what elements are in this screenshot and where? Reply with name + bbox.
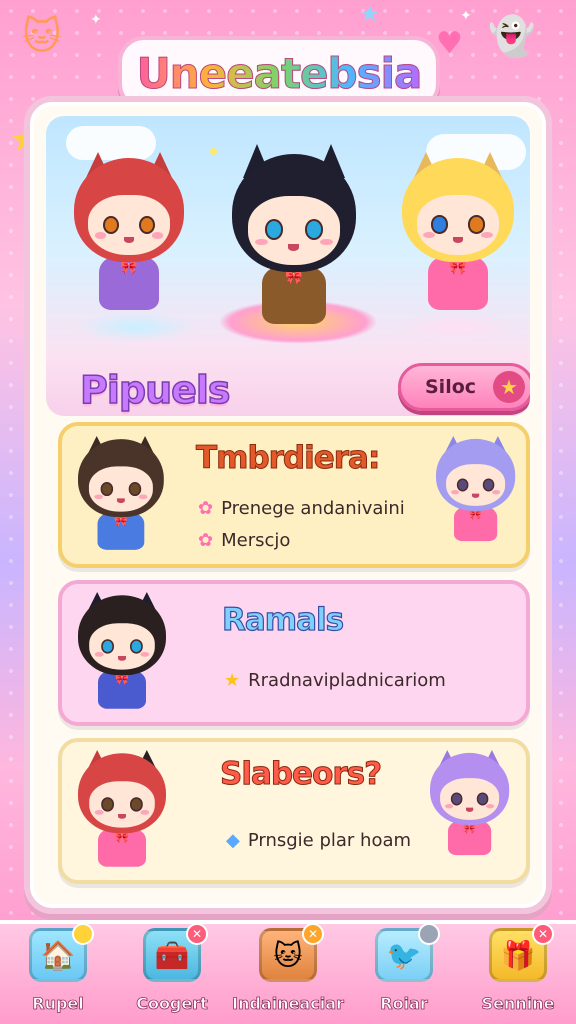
cat-face-icon: 🐱 ✕ [259, 923, 324, 982]
badge-icon [72, 923, 94, 945]
card-title: Tmbrdiera: [195, 440, 380, 477]
character-purple-hair: 🎀 [436, 436, 516, 542]
flower-icon: ✿ [198, 530, 214, 551]
character-lavender-hair: 🎀 [430, 750, 510, 856]
gift-box-icon: 🎁 ✕ [489, 923, 554, 982]
card-ramals[interactable]: 🎀 Ramals ★ Rradnavipladnicariom [58, 580, 530, 726]
sparkle-icon: ✦ [90, 12, 102, 28]
character-blonde-hair[interactable]: 🎀 [402, 152, 514, 310]
card-line: ✿ Merscjo [198, 530, 290, 551]
nav-label: Indaineaciar [232, 994, 345, 1014]
nav-item-coogert[interactable]: 🧰 ✕ Coogert [116, 923, 228, 1024]
card-slabeors[interactable]: 🎀 Slabeors? ◆ Prnsgie plar hoam 🎀 [58, 738, 530, 884]
character-black-hair[interactable]: 🎀 [232, 144, 356, 324]
card-line-text: Prenege andanivaini [221, 498, 405, 519]
card-line: ✿ Prenege andanivaini [198, 498, 405, 519]
nav-item-sennine[interactable]: 🎁 ✕ Sennine [462, 923, 574, 1024]
card-title: Ramals [221, 601, 344, 638]
nav-label: Sennine [481, 994, 555, 1014]
card-title: Slabeors? [219, 756, 382, 793]
chest-icon: 🧰 ✕ [143, 923, 208, 982]
spotlight-ring [396, 312, 516, 342]
fox-mascot-icon: 🐱 [22, 14, 62, 58]
character-brown-hair: 🎀 [78, 436, 164, 550]
card-line-text: Prnsgie plar hoam [247, 830, 412, 851]
star-icon: ★ [493, 371, 525, 403]
house-icon: 🏠 [29, 923, 94, 982]
card-line-text: Merscjo [221, 530, 291, 551]
nav-item-indaineaciar[interactable]: 🐱 ✕ Indaineaciar [232, 923, 345, 1024]
card-tmbrdiera[interactable]: 🎀 Tmbrdiera: ✿ Prenege andanivaini ✿ Mer… [58, 422, 530, 568]
flower-icon: ✿ [198, 498, 214, 519]
character-red-hair[interactable]: 🎀 [74, 152, 184, 310]
sparkle-icon: ✦ [460, 8, 472, 24]
character-red-hair: 🎀 [78, 750, 166, 867]
notification-badge-icon: ✕ [186, 923, 208, 945]
bottom-nav: 🏠 Rupel 🧰 ✕ Coogert 🐱 ✕ Indaineaciar 🐦 Roi… [0, 920, 576, 1024]
character-black-hair: 🎀 [78, 592, 166, 709]
card-line: ★ Rradnavipladnicariom [224, 670, 446, 691]
notification-badge-icon [418, 923, 440, 945]
ghost-mascot-icon: 👻 [488, 14, 536, 58]
star-icon: ★ [360, 2, 380, 27]
card-line-text: Rradnavipladnicariom [248, 670, 446, 691]
nav-item-roiar[interactable]: 🐦 Roiar [348, 923, 460, 1024]
main-panel: ✦ ✦ 🎀 🎀 🎀 Pipuels [24, 96, 552, 914]
notification-badge-icon: ✕ [302, 923, 324, 945]
sparkle-icon: ✦ [206, 142, 222, 163]
game-title: Uneeatebsia [136, 48, 423, 98]
nav-label: Coogert [136, 994, 208, 1014]
star-icon: ★ [224, 670, 241, 691]
gem-icon: ◆ [226, 830, 240, 851]
card-line: ◆ Prnsgie plar hoam [226, 830, 411, 851]
select-button-label: Siloc [425, 376, 477, 398]
heart-icon: ♥ [436, 26, 463, 61]
nav-label: Rupel [32, 994, 84, 1014]
select-button[interactable]: Siloc ★ [398, 363, 530, 411]
hero-label: Pipuels [79, 367, 231, 413]
bird-icon: 🐦 [375, 923, 440, 982]
nav-label: Roiar [380, 994, 428, 1014]
character-showcase: ✦ ✦ 🎀 🎀 🎀 Pipuels [46, 116, 530, 416]
spotlight-ring [76, 312, 196, 342]
nav-item-rupel[interactable]: 🏠 Rupel [2, 923, 114, 1024]
notification-badge-icon: ✕ [532, 923, 554, 945]
